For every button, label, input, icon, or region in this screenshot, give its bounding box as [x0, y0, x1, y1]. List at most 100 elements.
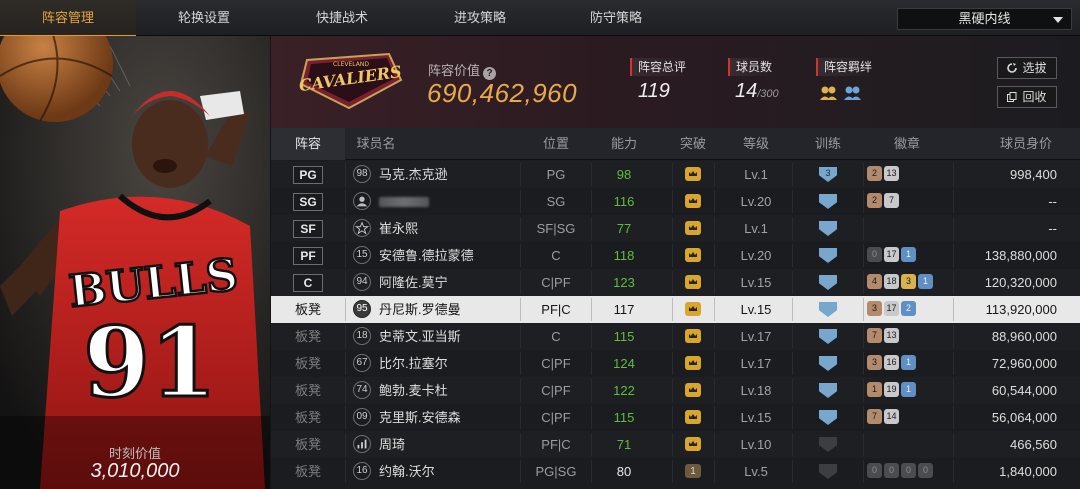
table-row[interactable]: 板凳 09 克里斯.安德森 C|PF 115 Lv.15 7 14 56,064,000 — [271, 404, 1080, 431]
badges-cell[interactable]: 3 16 1 — [865, 350, 955, 377]
table-row[interactable]: C 94 阿隆佐.莫宁 C|PF 123 Lv.15 4 18 3 1 120,320,000 — [271, 269, 1080, 296]
badge-bronze-icon: 4 — [867, 274, 882, 289]
player-price: 1,840,000 — [999, 464, 1057, 479]
badges-cell[interactable]: 4 18 3 1 — [865, 269, 955, 296]
training-cell[interactable] — [813, 377, 843, 404]
player-name[interactable]: 阿隆佐.莫宁 — [379, 269, 529, 296]
team-value-label-text: 阵容价值 — [428, 63, 481, 78]
player-ability: 117 — [613, 302, 635, 317]
badges-cell[interactable] — [865, 215, 955, 242]
player-name[interactable]: 鲍勃.麦卡杜 — [379, 377, 529, 404]
badges-cell[interactable]: 7 13 — [865, 323, 955, 350]
training-cell[interactable] — [813, 296, 843, 323]
player-name[interactable]: 周琦 — [379, 431, 529, 458]
breakthrough-cell[interactable] — [673, 161, 713, 188]
table-row[interactable]: 板凳 周琦 PF|C 71 Lv.10 466,560 — [271, 431, 1080, 458]
badges-cell[interactable]: 27 — [865, 188, 955, 215]
tab-quick-tactics[interactable]: 快捷战术 — [274, 0, 410, 36]
signal-bars-icon — [353, 435, 371, 453]
player-name[interactable]: 克里斯.安德森 — [379, 404, 529, 431]
shield-icon — [819, 329, 837, 344]
tab-offense[interactable]: 进攻策略 — [412, 0, 548, 36]
table-row[interactable]: PF 15 安德鲁.德拉蒙德 C 118 Lv.20 0 17 1 138,880,000 — [271, 242, 1080, 269]
tab-defense[interactable]: 防守策略 — [548, 0, 684, 36]
recycle-button[interactable]: 回收 — [997, 86, 1057, 108]
player-level: Lv.5 — [744, 464, 768, 479]
breakthrough-cell[interactable] — [673, 404, 713, 431]
breakthrough-cell[interactable] — [673, 188, 713, 215]
header-position[interactable]: 位置 — [525, 128, 587, 160]
player-name[interactable]: 安德鲁.德拉蒙德 — [379, 242, 529, 269]
table-row[interactable]: 板凳 74 鲍勃.麦卡杜 C|PF 122 Lv.18 1 19 1 60,544,000 — [271, 377, 1080, 404]
table-row[interactable]: 板凳 95 丹尼斯.罗德曼 PF|C 117 Lv.15 3 17 2 113,920,000 — [271, 296, 1080, 323]
copy-icon — [1007, 92, 1017, 102]
player-position: C|PF — [541, 356, 571, 371]
table-row[interactable]: SG SG 116 Lv.20 2 7 -- — [271, 188, 1080, 215]
player-name[interactable]: 马克.杰克逊 — [379, 161, 529, 188]
training-cell[interactable] — [813, 350, 843, 377]
training-cell[interactable] — [813, 215, 843, 242]
training-count: 3 — [825, 168, 831, 178]
badge-silver-icon: 7 — [884, 193, 899, 208]
training-cell[interactable] — [813, 431, 843, 458]
header-badges[interactable]: 徽章 — [885, 128, 929, 160]
breakthrough-cell[interactable] — [673, 296, 713, 323]
header-ability[interactable]: 能力 — [596, 128, 652, 160]
training-cell[interactable] — [813, 458, 843, 485]
table-row[interactable]: 板凳 67 比尔.拉塞尔 C|PF 124 Lv.17 3 16 1 72,960,000 — [271, 350, 1080, 377]
bond-icons[interactable] — [819, 84, 865, 104]
shield-icon — [819, 356, 837, 371]
tab-rotation[interactable]: 轮换设置 — [136, 0, 272, 36]
player-ability: 118 — [613, 248, 635, 263]
player-avatar-icon — [353, 192, 371, 210]
badge-gray-icon: 0 — [884, 463, 899, 478]
training-cell[interactable] — [813, 269, 843, 296]
breakthrough-cell[interactable]: 1 — [673, 458, 713, 485]
table-row[interactable]: 板凳 16 约翰.沃尔 PG|SG 80 1 Lv.5 0 0 0 0 1,840,000 — [271, 458, 1080, 485]
header-price[interactable]: 球员身价 — [995, 128, 1057, 160]
training-cell[interactable] — [813, 323, 843, 350]
player-name[interactable]: 比尔.拉塞尔 — [379, 350, 529, 377]
training-cell[interactable] — [813, 188, 843, 215]
badges-cell[interactable]: 1 19 1 — [865, 377, 955, 404]
breakthrough-cell[interactable] — [673, 215, 713, 242]
breakthrough-cell[interactable] — [673, 350, 713, 377]
player-level: Lv.20 — [740, 194, 772, 209]
crown-icon — [685, 221, 701, 235]
badges-cell[interactable]: 3 17 2 — [865, 296, 955, 323]
badges-cell[interactable]: 2 13 — [865, 161, 955, 188]
player-name[interactable]: 崔永熙 — [379, 215, 529, 242]
header-level[interactable]: 等级 — [726, 128, 786, 160]
table-row[interactable]: SF 崔永熙 SF|SG 77 Lv.1 -- — [271, 215, 1080, 242]
player-name[interactable]: 约翰.沃尔 — [379, 458, 529, 485]
player-portrait: BULLS 91 时刻价值 3,010,000 — [0, 36, 270, 489]
team-summary: CLEVELAND CAVALIERS 阵容价值? 690,462,960 阵容… — [271, 36, 1080, 128]
crown-icon — [685, 383, 701, 397]
breakthrough-cell[interactable] — [673, 323, 713, 350]
breakthrough-cell[interactable] — [673, 242, 713, 269]
badges-cell[interactable]: 0000 — [865, 458, 955, 485]
header-lineup[interactable]: 阵容 — [271, 128, 345, 160]
badges-cell[interactable]: 0 17 1 — [865, 242, 955, 269]
training-cell[interactable] — [813, 404, 843, 431]
strategy-dropdown[interactable]: 黑硬内线 — [897, 8, 1072, 30]
header-breakthrough[interactable]: 突破 — [673, 128, 713, 160]
header-training[interactable]: 训练 — [811, 128, 845, 160]
player-position: C — [551, 248, 561, 263]
player-name[interactable]: 丹尼斯.罗德曼 — [379, 296, 529, 323]
draft-button[interactable]: 选拔 — [997, 57, 1057, 79]
table-row[interactable]: PG 98 马克.杰克逊 PG 98 Lv.1 3 2 13 998,400 — [271, 161, 1080, 188]
training-cell[interactable]: 3 — [813, 161, 843, 188]
training-cell[interactable] — [813, 242, 843, 269]
breakthrough-cell[interactable] — [673, 377, 713, 404]
table-row[interactable]: 板凳 18 史蒂文.亚当斯 C 115 Lv.17 7 13 88,960,000 — [271, 323, 1080, 350]
player-name[interactable]: 史蒂文.亚当斯 — [379, 323, 529, 350]
player-price: 120,320,000 — [984, 275, 1057, 290]
breakthrough-cell[interactable] — [673, 431, 713, 458]
player-level: Lv.17 — [740, 329, 772, 344]
header-player-name[interactable]: 球员名 — [355, 128, 397, 160]
tab-lineup[interactable]: 阵容管理 — [0, 0, 136, 37]
badges-cell[interactable]: 7 14 — [865, 404, 955, 431]
badges-cell[interactable] — [865, 431, 955, 458]
breakthrough-cell[interactable] — [673, 269, 713, 296]
